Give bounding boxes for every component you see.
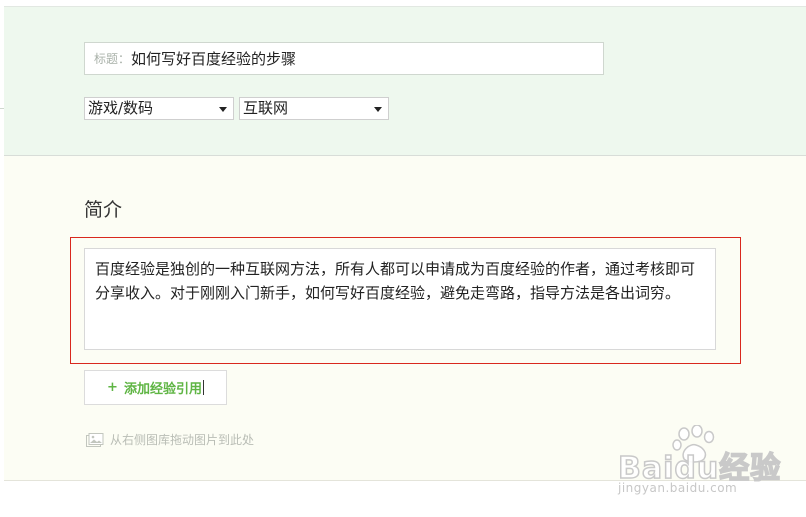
- baidu-jingyan-watermark: Baidu经验 jingyan.baidu.com: [617, 425, 781, 500]
- intro-textarea[interactable]: 百度经验是独创的一种互联网方法，所有人都可以申请成为百度经验的作者，通过考核即可…: [84, 248, 716, 350]
- primary-category-select[interactable]: 游戏/数码: [84, 97, 234, 120]
- watermark-url: jingyan.baidu.com: [618, 481, 738, 495]
- intro-heading: 简介: [84, 199, 123, 221]
- title-input[interactable]: 标题： 如何写好百度经验的步骤: [84, 42, 604, 75]
- title-value[interactable]: 如何写好百度经验的步骤: [131, 48, 296, 69]
- add-reference-button[interactable]: + 添加经验引用: [84, 370, 227, 405]
- add-reference-label: 添加经验引用: [123, 382, 202, 397]
- image-icon: [86, 432, 104, 447]
- title-category-panel: 标题： 如何写好百度经验的步骤 游戏/数码 互联网: [4, 6, 806, 156]
- primary-category-value: 游戏/数码: [88, 99, 154, 117]
- secondary-category-select[interactable]: 互联网: [239, 97, 389, 120]
- plus-icon: +: [107, 380, 118, 395]
- title-label: 标题：: [94, 52, 131, 66]
- secondary-category-value: 互联网: [243, 99, 289, 117]
- image-hint-text: 从右侧图库拖动图片到此处: [110, 433, 255, 447]
- image-drop-hint[interactable]: 从右侧图库拖动图片到此处: [86, 431, 254, 448]
- chevron-down-icon: [374, 107, 382, 112]
- chevron-down-icon: [219, 107, 227, 112]
- text-cursor: [202, 380, 204, 395]
